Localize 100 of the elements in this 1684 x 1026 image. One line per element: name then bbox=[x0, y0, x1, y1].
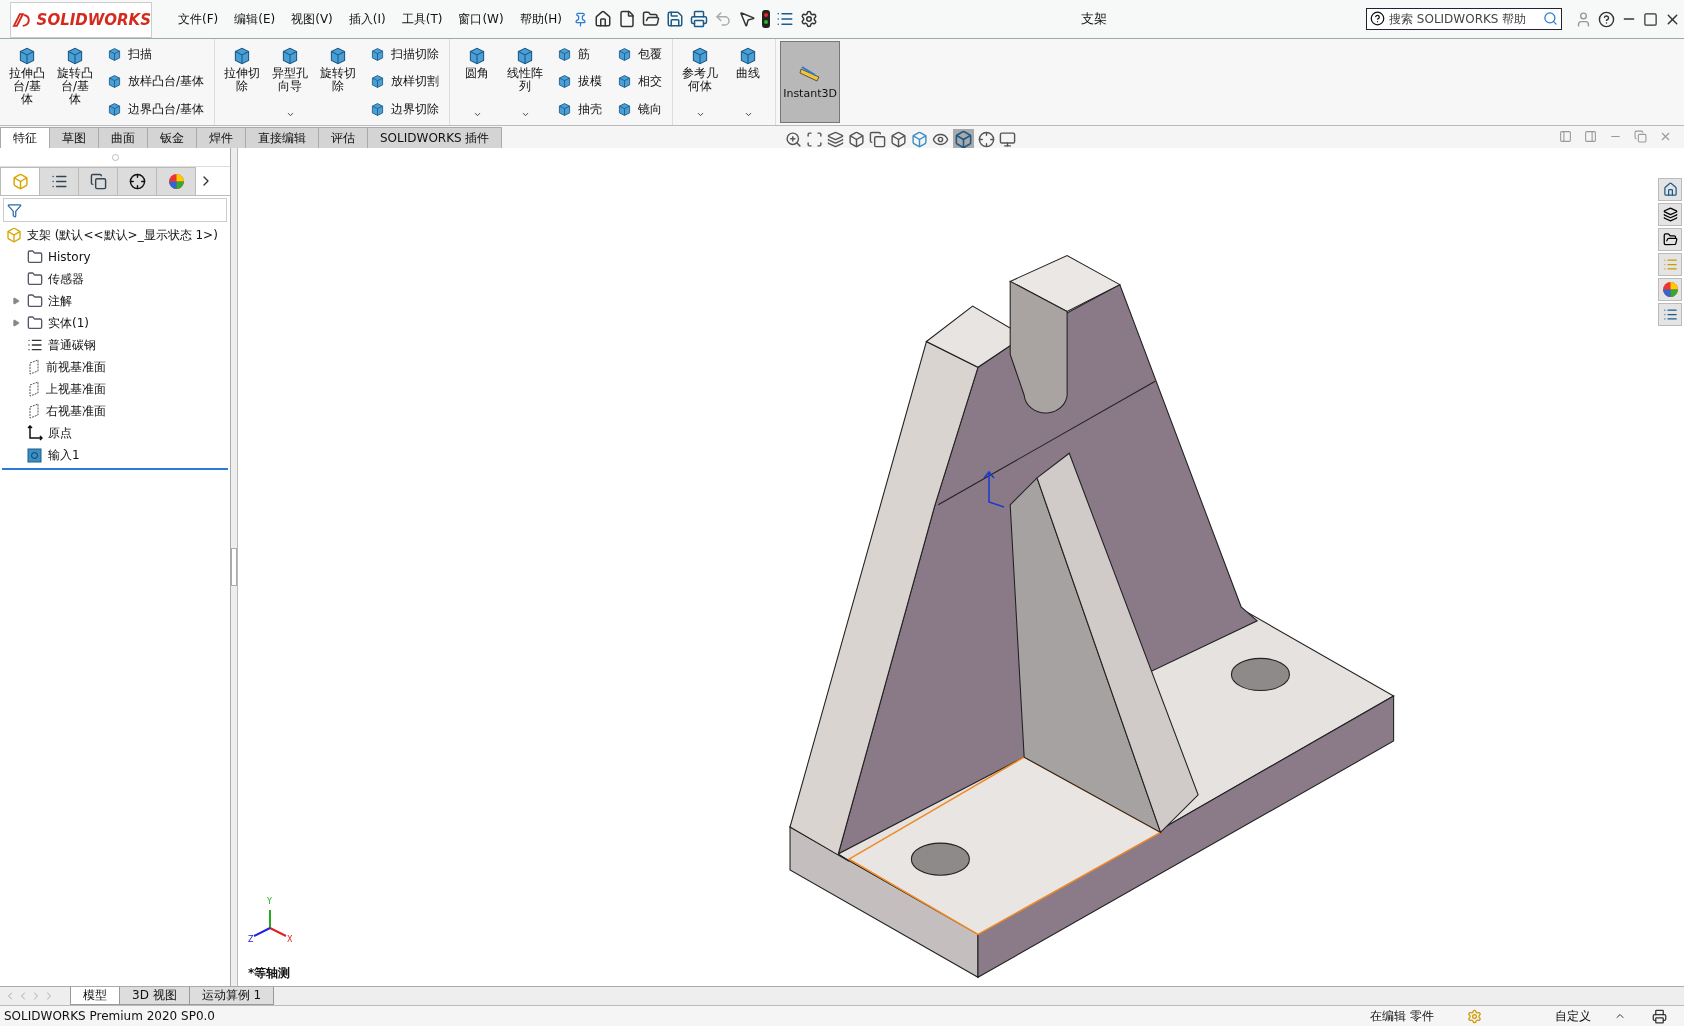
folder-icon bbox=[1662, 232, 1678, 247]
filter-field[interactable] bbox=[3, 198, 227, 222]
edit-mode: 在编辑 零件 bbox=[1370, 1007, 1434, 1025]
library-icon bbox=[1662, 207, 1678, 222]
select-icon[interactable] bbox=[738, 10, 757, 28]
ribbon-button[interactable]: 镜向 bbox=[614, 99, 665, 119]
folder-icon bbox=[27, 249, 43, 265]
list-icon bbox=[1662, 307, 1678, 322]
origin-icon bbox=[27, 425, 43, 441]
part-icon bbox=[11, 173, 29, 190]
pin-icon[interactable] bbox=[573, 11, 589, 27]
panel-left-icon[interactable] bbox=[1559, 130, 1572, 143]
menu-item[interactable]: 编辑(E) bbox=[226, 10, 284, 28]
tree-item[interactable]: 传感器 bbox=[48, 270, 84, 288]
zoom-area-icon[interactable] bbox=[806, 131, 823, 148]
hide-show-icon[interactable] bbox=[932, 131, 949, 148]
tree-item[interactable]: 普通碳钢 bbox=[48, 336, 96, 354]
logo-icon bbox=[11, 10, 33, 30]
command-tab[interactable]: 特征 bbox=[0, 127, 50, 148]
units-selector[interactable]: 自定义 bbox=[1555, 1007, 1591, 1025]
ribbon-button[interactable]: 线性阵列 bbox=[502, 41, 549, 123]
command-tab[interactable]: SOLIDWORKS 插件 bbox=[367, 127, 503, 148]
tree-item[interactable]: 支架 (默认<<默认>_显示状态 1>) bbox=[27, 226, 218, 244]
open-folder-icon[interactable] bbox=[642, 10, 661, 28]
restore-icon[interactable] bbox=[1634, 130, 1647, 143]
task-pane-tab[interactable] bbox=[1658, 228, 1682, 251]
ribbon-button[interactable]: 圆角 bbox=[454, 41, 501, 123]
command-tab[interactable]: 评估 bbox=[318, 127, 368, 148]
ribbon-button[interactable]: 放样凸台/基体 bbox=[104, 72, 207, 92]
view-name: *等轴测 bbox=[248, 965, 291, 982]
tree-item[interactable]: 输入1 bbox=[48, 446, 80, 464]
manager-tab[interactable] bbox=[117, 167, 157, 195]
command-tab[interactable]: 草图 bbox=[49, 127, 99, 148]
ribbon-button[interactable]: 拉伸切除 bbox=[219, 41, 266, 123]
ribbon-button[interactable]: 包覆 bbox=[614, 45, 665, 65]
manager-tab[interactable] bbox=[39, 167, 79, 195]
menu-item[interactable]: 视图(V) bbox=[283, 10, 341, 28]
menu-item[interactable]: 插入(I) bbox=[340, 10, 394, 28]
manager-tab[interactable] bbox=[78, 167, 118, 195]
zoom-icon[interactable] bbox=[785, 131, 802, 148]
print-icon[interactable] bbox=[690, 10, 709, 28]
menu-item[interactable]: 文件(F) bbox=[170, 10, 227, 28]
ribbon-button[interactable]: 参考几何体 bbox=[677, 41, 724, 123]
axis-icon[interactable] bbox=[978, 131, 995, 148]
filter-icon bbox=[7, 202, 22, 218]
expand-arrow-icon[interactable] bbox=[12, 319, 20, 327]
search-icon[interactable] bbox=[1543, 11, 1558, 26]
user-icon[interactable] bbox=[1575, 10, 1592, 28]
ribbon-button[interactable]: 筋 bbox=[554, 45, 605, 65]
tree-item[interactable]: 实体(1) bbox=[48, 314, 89, 332]
ribbon-button[interactable]: 边界凸台/基体 bbox=[104, 99, 207, 119]
options-list-icon[interactable] bbox=[776, 10, 795, 28]
folder-icon bbox=[27, 315, 43, 331]
tree-item[interactable]: 前视基准面 bbox=[46, 358, 106, 376]
home-icon[interactable] bbox=[594, 10, 613, 28]
traffic-light-icon[interactable] bbox=[762, 10, 771, 28]
monitor-icon[interactable] bbox=[999, 131, 1016, 148]
command-tab[interactable]: 钣金 bbox=[147, 127, 197, 148]
tree-item[interactable]: History bbox=[48, 250, 91, 264]
ribbon-button[interactable]: 抽壳 bbox=[554, 99, 605, 119]
plane-icon bbox=[27, 381, 41, 397]
maximize-icon[interactable] bbox=[1643, 11, 1658, 27]
ribbon-button[interactable]: 放样切割 bbox=[367, 72, 442, 92]
model-tab[interactable]: 模型 bbox=[70, 987, 120, 1005]
command-tab[interactable]: 直接编辑 bbox=[245, 127, 319, 148]
model-tab[interactable]: 运动算例 1 bbox=[188, 987, 275, 1005]
new-document-icon[interactable] bbox=[618, 10, 637, 28]
ribbon-button[interactable]: 扫描 bbox=[104, 45, 207, 65]
ribbon-button[interactable]: 曲线 bbox=[725, 41, 772, 123]
help-icon[interactable] bbox=[1598, 10, 1615, 28]
tree-item[interactable]: 原点 bbox=[48, 424, 72, 442]
model-tab[interactable]: 3D 视图 bbox=[119, 987, 190, 1005]
list-icon bbox=[50, 173, 68, 190]
settings-icon[interactable] bbox=[800, 10, 819, 28]
menu-item[interactable]: 帮助(H) bbox=[511, 10, 571, 28]
tree-item[interactable]: 上视基准面 bbox=[46, 380, 106, 398]
instant3d-button[interactable]: Instant3D bbox=[780, 41, 841, 123]
folder-icon bbox=[27, 271, 43, 287]
display-style-icon[interactable] bbox=[911, 131, 928, 148]
ribbon-button[interactable]: 边界切除 bbox=[367, 99, 442, 119]
menu-item[interactable]: 窗口(W) bbox=[450, 10, 512, 28]
task-pane-tab[interactable] bbox=[1658, 203, 1682, 226]
search-field[interactable]: 搜索 SOLIDWORKS 帮助 bbox=[1366, 8, 1562, 30]
splitter-handle[interactable] bbox=[231, 548, 237, 586]
ribbon-button[interactable]: 异型孔向导 bbox=[267, 41, 314, 123]
menu-item[interactable]: 工具(T) bbox=[393, 10, 451, 28]
ribbon-button[interactable]: 相交 bbox=[614, 72, 665, 92]
command-tab[interactable]: 曲面 bbox=[98, 127, 148, 148]
ribbon-button[interactable]: 拉伸凸台/基体 bbox=[4, 41, 50, 123]
ribbon-button[interactable]: 拔模 bbox=[554, 72, 605, 92]
ribbon-button[interactable]: 扫描切除 bbox=[367, 45, 442, 65]
tree-item[interactable]: 注解 bbox=[48, 292, 72, 310]
ribbon-button[interactable]: 旋转凸台/基体 bbox=[52, 41, 98, 123]
ribbon-button[interactable]: 旋转切除 bbox=[315, 41, 362, 123]
tree-item[interactable]: 右视基准面 bbox=[46, 402, 106, 420]
cube-icon[interactable] bbox=[953, 129, 974, 150]
expand-arrow-icon[interactable] bbox=[12, 297, 20, 305]
save-icon[interactable] bbox=[666, 10, 685, 28]
panel-right-icon[interactable] bbox=[1584, 130, 1597, 143]
command-tab[interactable]: 焊件 bbox=[196, 127, 246, 148]
